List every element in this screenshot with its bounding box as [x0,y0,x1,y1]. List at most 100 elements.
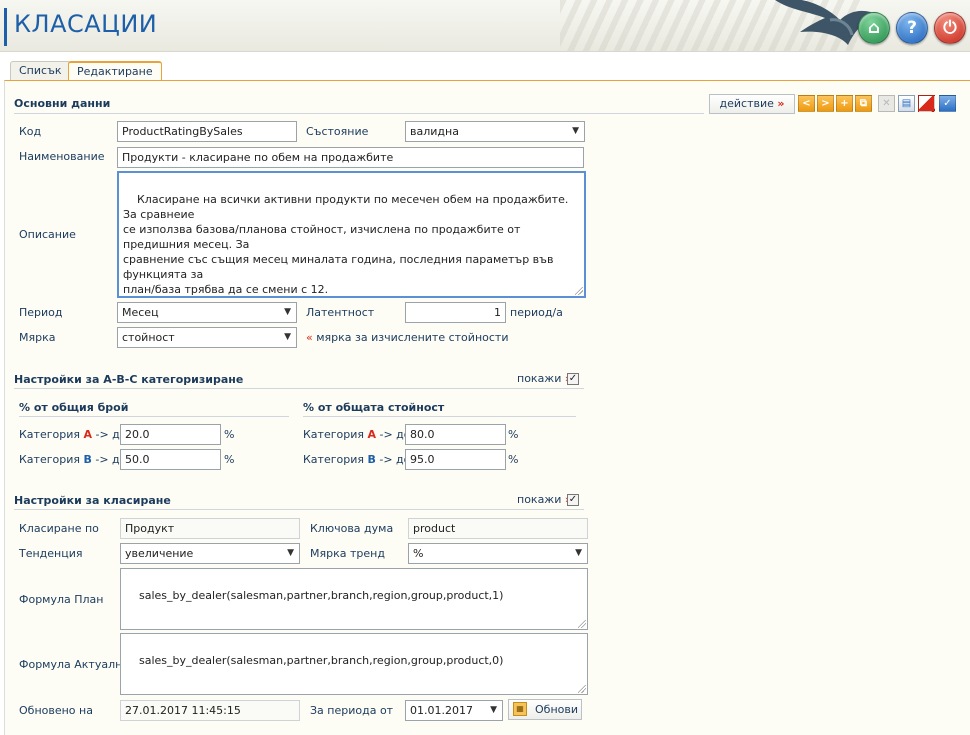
cat-letter-a: A [367,428,376,441]
clear-icon[interactable] [918,95,935,112]
formula-plan-text: sales_by_dealer(salesman,partner,branch,… [139,589,504,602]
status-select[interactable]: валидна ▼ [405,121,585,142]
measure-label: Мярка [19,331,56,344]
period-label: Период [19,306,63,319]
chevron-down-icon: ▼ [284,332,291,342]
help-icon[interactable]: ? [896,12,928,44]
save-icon[interactable]: ✓ [939,95,956,112]
tendency-select[interactable]: увеличение ▼ [120,543,300,564]
prev-icon[interactable]: < [798,95,815,112]
section-title-basic: Основни данни [14,97,111,110]
measure-value: стойност [122,331,175,344]
tab-bar: Списък Редактиране [0,52,970,81]
chevron-down-icon: ▼ [575,548,582,558]
tendency-value: увеличение [125,547,194,560]
trend-measure-value: % [413,547,424,560]
tab-edit[interactable]: Редактиране [68,61,162,81]
value-header: % от общата стойност [303,401,445,414]
next-icon[interactable]: > [817,95,834,112]
ranking-show-link[interactable]: покажи » [517,493,572,506]
abc-show-checkbox[interactable]: ✓ [567,373,579,385]
rank-by-field[interactable]: Продукт [120,518,300,539]
cat-prefix: Категория [303,428,364,441]
keyword-field[interactable]: product [408,518,588,539]
description-text: Класиране на всички активни продукти по … [123,193,569,296]
keyword-label: Ключова дума [310,522,394,535]
section-divider [14,388,584,389]
count-cat-b-label: Категория B -> до [19,453,126,466]
refresh-label: Обнови [535,703,578,716]
measure-select[interactable]: стойност ▼ [117,327,297,348]
calendar-icon: ▦ [513,702,527,716]
value-cat-b-field[interactable]: 95.0 [405,449,506,470]
hint-marker-icon: « [306,331,313,344]
description-label: Описание [19,228,76,241]
print-icon[interactable]: ▤ [898,95,915,112]
cat-prefix: Категория [19,453,80,466]
header-accent-bar [4,8,7,46]
formula-plan-textarea[interactable]: sales_by_dealer(salesman,partner,branch,… [120,568,588,630]
percent-unit: % [508,428,519,441]
chevron-down-icon: ▼ [287,548,294,558]
formula-plan-label: Формула План [19,593,104,606]
cat-letter-a: A [83,428,92,441]
abc-show-link[interactable]: покажи » [517,372,572,385]
count-header: % от общия брой [19,401,129,414]
rank-by-label: Класиране по [19,522,99,535]
formula-actual-text: sales_by_dealer(salesman,partner,branch,… [139,654,504,667]
name-label: Наименование [19,150,105,163]
code-label: Код [19,125,42,138]
resize-grip-icon[interactable] [575,287,583,295]
resize-grip-icon[interactable] [578,620,586,628]
ranking-show-checkbox[interactable]: ✓ [567,494,579,506]
formula-actual-label: Формула Актуално [19,658,130,671]
resize-grip-icon[interactable] [578,685,586,693]
period-from-select[interactable]: 01.01.2017 ▼ [405,700,503,721]
count-cat-b-field[interactable]: 50.0 [120,449,221,470]
cat-prefix: Категория [19,428,80,441]
power-icon[interactable]: ⏻ [934,12,966,44]
action-button[interactable]: действие » [709,94,795,114]
status-value: валидна [410,125,459,138]
action-label: действие [719,97,774,110]
code-field[interactable]: ProductRatingBySales [117,121,297,142]
section-title-abc: Настройки за A-B-C категоризиране [14,373,244,386]
count-cat-a-label: Категория A -> до [19,428,127,441]
value-cat-b-label: Категория B -> до [303,453,410,466]
cat-letter-b: B [367,453,376,466]
count-divider [19,416,289,417]
latency-label: Латентност [306,306,375,319]
percent-unit: % [508,453,519,466]
latency-field[interactable]: 1 [405,302,506,323]
status-label: Състояние [306,125,369,138]
edit-panel: Основни данни действие » < > + ⧉ ✕ ▤ ✓ К… [4,80,970,735]
abc-show-label: покажи [517,372,562,385]
formula-actual-textarea[interactable]: sales_by_dealer(salesman,partner,branch,… [120,633,588,695]
measure-hint: « мярка за изчислените стойности [306,331,508,344]
measure-hint-text: мярка за изчислените стойности [316,331,509,344]
section-divider [14,509,584,510]
trend-measure-select[interactable]: % ▼ [408,543,588,564]
chevron-down-icon: ▼ [490,705,497,715]
value-divider [303,416,576,417]
percent-unit: % [224,453,235,466]
home-icon[interactable]: ⌂ [858,12,890,44]
name-field[interactable]: Продукти - класиране по обем на продажби… [117,147,584,168]
period-value: Месец [122,306,159,319]
tab-list[interactable]: Списък [10,61,71,81]
section-divider [14,113,704,114]
percent-unit: % [224,428,235,441]
delete-icon[interactable]: ✕ [878,95,895,112]
copy-icon[interactable]: ⧉ [855,95,872,112]
updated-field: 27.01.2017 11:45:15 [120,700,300,721]
updated-label: Обновено на [19,704,93,717]
description-textarea[interactable]: Класиране на всички активни продукти по … [117,171,586,298]
refresh-button[interactable]: ▦ Обнови [508,699,582,720]
action-arrow-icon: » [777,97,785,110]
chevron-down-icon: ▼ [284,307,291,317]
app-header: КЛАСАЦИИ ⌂ ? ⏻ [0,0,970,52]
add-icon[interactable]: + [836,95,853,112]
count-cat-a-field[interactable]: 20.0 [120,424,221,445]
period-select[interactable]: Месец ▼ [117,302,297,323]
value-cat-a-field[interactable]: 80.0 [405,424,506,445]
